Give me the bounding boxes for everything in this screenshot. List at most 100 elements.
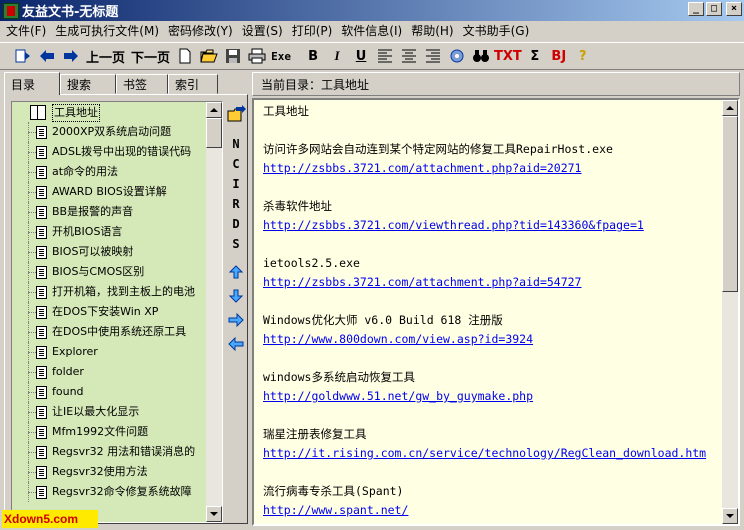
tree-item[interactable]: ADSL拨号中出现的错误代码 (12, 142, 208, 162)
editor-link[interactable]: http://www.spant.net/ (263, 501, 723, 520)
move-right-icon[interactable] (228, 313, 244, 327)
open-file-button[interactable] (198, 45, 220, 67)
menu-print[interactable]: 打印(P) (290, 22, 340, 39)
tree-item-label: BIOS与CMOS区别 (52, 265, 145, 278)
tree-item-label: AWARD BIOS设置详解 (52, 185, 167, 198)
tree-item[interactable]: 打开机箱，找到主板上的电池 (12, 282, 208, 302)
document-icon (36, 326, 47, 339)
tree-root-item[interactable]: 工具地址 (12, 102, 208, 122)
editor-scroll-up-button[interactable] (722, 100, 738, 116)
tab-search[interactable]: 搜索 (60, 74, 116, 94)
tree-item-label: 打开机箱，找到主板上的电池 (52, 285, 195, 298)
move-down-icon[interactable] (228, 289, 244, 303)
tree-item-label: 在DOS下安装Win XP (52, 305, 159, 318)
contents-tree[interactable]: 工具地址 2000XP双系统启动问题 ADSL拨号中出现的错误代码 at命令的用法 A… (11, 101, 223, 523)
next-page-button[interactable]: 下一页 (129, 45, 172, 67)
tree-item[interactable]: at命令的用法 (12, 162, 208, 182)
italic-button[interactable]: I (326, 45, 348, 67)
editor-scroll-thumb[interactable] (722, 116, 738, 292)
tab-bar: 目录 搜索 书签 索引 (4, 72, 248, 95)
tab-contents[interactable]: 目录 (4, 72, 60, 95)
menu-help[interactable]: 帮助(H) (409, 22, 460, 39)
goto-folder-icon[interactable] (226, 105, 246, 123)
side-tool-d[interactable]: D (225, 217, 247, 231)
maximize-button[interactable]: □ (706, 2, 722, 16)
tree-item[interactable]: BIOS与CMOS区别 (12, 262, 208, 282)
document-icon (36, 386, 47, 399)
align-left-icon (378, 49, 393, 63)
menu-make-exe[interactable]: 生成可执行文件(M) (53, 22, 166, 39)
save-icon (226, 49, 241, 63)
minimize-button[interactable]: _ (688, 2, 704, 16)
tree-item[interactable]: folder (12, 362, 208, 382)
editor-link[interactable]: http://zsbbs.3721.com/attachment.php?aid… (263, 273, 723, 292)
tree-item[interactable]: BIOS可以被映射 (12, 242, 208, 262)
side-toolbar: N C I R D S (225, 101, 247, 401)
editor-link[interactable]: http://www.800down.com/view.asp?id=3924 (263, 330, 723, 349)
editor-link[interactable]: http://goldwww.51.net/gw_by_guymake.php (263, 387, 723, 406)
menu-assistant[interactable]: 文书助手(G) (461, 22, 537, 39)
move-up-icon[interactable] (228, 265, 244, 279)
tree-item[interactable]: 2000XP双系统启动问题 (12, 122, 208, 142)
tree-item[interactable]: Regsvr32命令修复系统故障 (12, 482, 208, 502)
side-tool-c[interactable]: C (225, 157, 247, 171)
menu-settings[interactable]: 设置(S) (240, 22, 290, 39)
side-tool-i[interactable]: I (225, 177, 247, 191)
export-txt-button[interactable]: TXT (494, 45, 522, 67)
save-button[interactable] (222, 45, 244, 67)
encrypt-button[interactable] (446, 45, 468, 67)
bold-button[interactable]: B (302, 45, 324, 67)
tree-item[interactable]: Explorer (12, 342, 208, 362)
book-open-icon (30, 105, 46, 120)
editor-link[interactable]: http://it.rising.com.cn/service/technolo… (263, 444, 723, 463)
tree-item[interactable]: 在DOS下安装Win XP (12, 302, 208, 322)
tree-item[interactable]: 让IE以最大化显示 (12, 402, 208, 422)
find-button[interactable] (470, 45, 492, 67)
tree-item[interactable]: AWARD BIOS设置详解 (12, 182, 208, 202)
tree-item[interactable]: Regsvr32使用方法 (12, 462, 208, 482)
tree-item-label: at命令的用法 (52, 165, 119, 178)
tree-item-label: 让IE以最大化显示 (52, 405, 140, 418)
side-tool-r[interactable]: R (225, 197, 247, 211)
tree-scrollbar[interactable] (206, 102, 222, 522)
tree-toggle-button[interactable] (12, 45, 34, 67)
tree-item[interactable]: BB是报警的声音 (12, 202, 208, 222)
scroll-thumb[interactable] (206, 118, 222, 148)
document-editor[interactable]: 工具地址 访问许多网站会自动连到某个特定网站的修复工具RepairHost.exe… (252, 98, 740, 526)
tab-index[interactable]: 索引 (168, 74, 218, 94)
tree-item[interactable]: Mfm1992文件问题 (12, 422, 208, 442)
align-center-button[interactable] (398, 45, 420, 67)
tree-item[interactable]: Regsvr32 用法和错误消息的 (12, 442, 208, 462)
forward-button[interactable] (60, 45, 82, 67)
scroll-up-button[interactable] (206, 102, 222, 118)
menu-file[interactable]: 文件(F) (4, 22, 53, 39)
bj-button[interactable]: BJ (548, 45, 570, 67)
new-file-button[interactable] (174, 45, 196, 67)
editor-scrollbar[interactable] (722, 100, 738, 524)
tree-item[interactable]: 在DOS中使用系统还原工具 (12, 322, 208, 342)
prev-page-button[interactable]: 上一页 (84, 45, 127, 67)
editor-link[interactable]: http://zsbbs.3721.com/attachment.php?aid… (263, 159, 723, 178)
editor-scroll-down-button[interactable] (722, 508, 738, 524)
close-button[interactable]: × (726, 2, 742, 16)
sum-button[interactable]: Σ (524, 45, 546, 67)
help-button[interactable]: ? (572, 45, 594, 67)
document-icon (36, 366, 47, 379)
underline-button[interactable]: U (350, 45, 372, 67)
menu-software-info[interactable]: 软件信息(I) (339, 22, 409, 39)
editor-link[interactable]: http://zsbbs.3721.com/viewthread.php?tid… (263, 216, 723, 235)
align-left-button[interactable] (374, 45, 396, 67)
side-tool-n[interactable]: N (225, 137, 247, 151)
tree-item[interactable]: 开机BIOS语言 (12, 222, 208, 242)
move-left-icon[interactable] (228, 337, 244, 351)
tree-item[interactable]: found (12, 382, 208, 402)
back-button[interactable] (36, 45, 58, 67)
scroll-down-button[interactable] (206, 506, 222, 522)
align-right-button[interactable] (422, 45, 444, 67)
exe-button[interactable]: Exe (270, 45, 292, 67)
print-button[interactable] (246, 45, 268, 67)
menu-password[interactable]: 密码修改(Y) (166, 22, 240, 39)
tab-bookmarks[interactable]: 书签 (116, 74, 168, 94)
side-tool-s[interactable]: S (225, 237, 247, 251)
